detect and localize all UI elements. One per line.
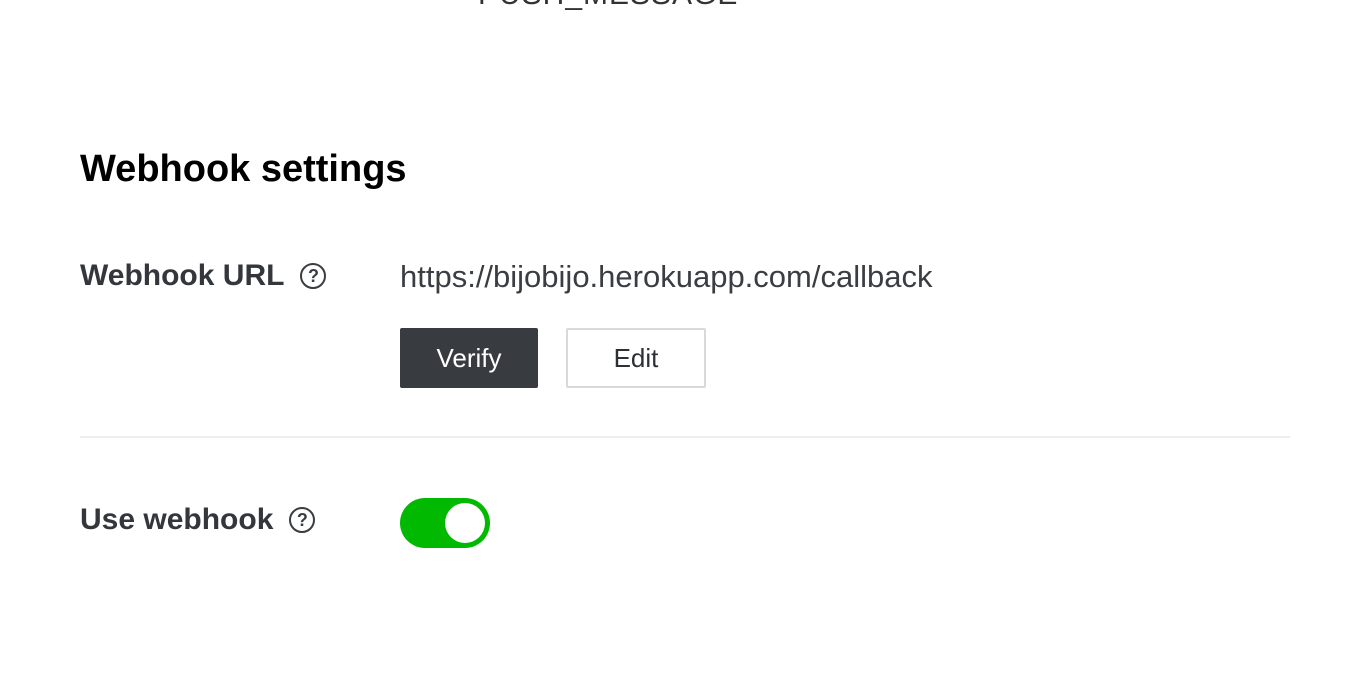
webhook-url-label: Webhook URL [80, 259, 285, 292]
webhook-url-row-label: Webhook URL ? [80, 259, 327, 293]
webhook-settings-page: PUSH_MESSAGE Webhook settings Webhook UR… [0, 0, 1372, 688]
use-webhook-row-label: Use webhook ? [80, 503, 316, 537]
help-question-icon[interactable]: ? [300, 263, 327, 289]
help-question-icon[interactable]: ? [289, 507, 316, 533]
toggle-knob [445, 503, 485, 543]
use-webhook-toggle[interactable] [400, 498, 490, 548]
webhook-settings-heading: Webhook settings [80, 148, 407, 190]
edit-button[interactable]: Edit [566, 328, 706, 388]
push-message-label: PUSH_MESSAGE [478, 0, 738, 12]
webhook-url-value: https://bijobijo.herokuapp.com/callback [400, 259, 933, 294]
verify-button[interactable]: Verify [400, 328, 538, 388]
section-divider [80, 436, 1290, 438]
use-webhook-label: Use webhook [80, 503, 274, 536]
